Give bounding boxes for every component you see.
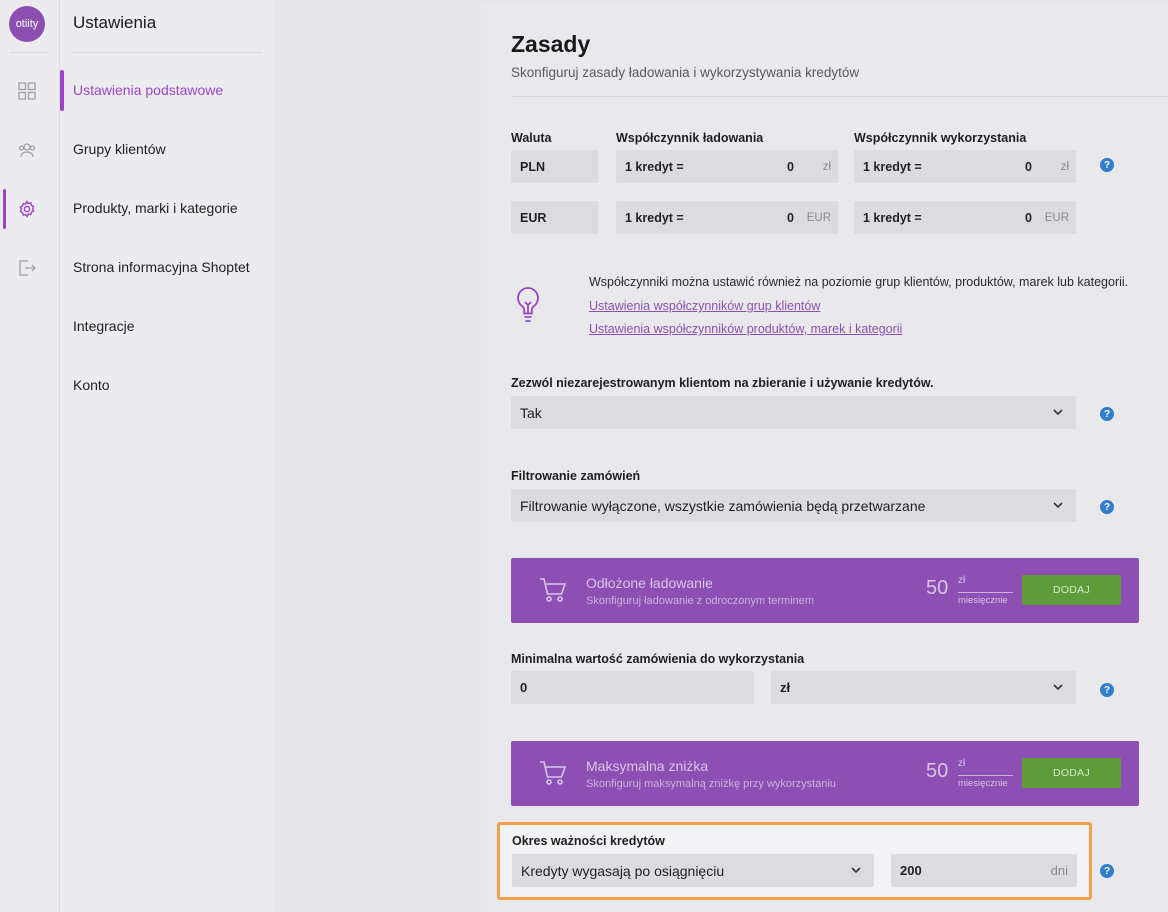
- menu-item-basic-settings[interactable]: Ustawienia podstawowe: [73, 82, 223, 98]
- rate-unit: zł: [822, 160, 831, 173]
- promo-title: Maksymalna zniżka: [586, 758, 709, 774]
- select-value: zł: [780, 680, 791, 695]
- order-filter-select[interactable]: Filtrowanie wyłączone, wszystkie zamówie…: [511, 489, 1076, 522]
- page-subtitle: Skonfiguruj zasady ładowania i wykorzyst…: [511, 65, 860, 80]
- select-value: Tak: [520, 404, 542, 421]
- menu-item-info-page[interactable]: Strona informacyjna Shoptet: [73, 259, 250, 275]
- help-icon-rates[interactable]: ?: [1100, 158, 1114, 172]
- credit-validity-days-input[interactable]: 200 dni: [891, 854, 1077, 887]
- rate-prefix: 1 kredyt =: [863, 159, 922, 174]
- menu-title: Ustawienia: [73, 13, 157, 32]
- customer-groups-coefficients-link[interactable]: Ustawienia współczynników grup klientów: [589, 299, 820, 313]
- use-rate-input-eur[interactable]: 1 kredyt = 0 EUR: [854, 201, 1076, 234]
- credit-validity-label: Okres ważności kredytów: [512, 834, 665, 848]
- help-icon-filter[interactable]: ?: [1100, 500, 1114, 514]
- cart-icon: [540, 761, 567, 785]
- max-discount-promo: Maksymalna zniżka Skonfiguruj maksymalną…: [511, 741, 1139, 806]
- help-icon-min-order[interactable]: ?: [1100, 683, 1114, 697]
- currency-value: PLN: [520, 159, 545, 174]
- promo-period: miesięcznie: [958, 592, 1013, 606]
- promo-period: miesięcznie: [958, 775, 1013, 789]
- load-rate-input-pln[interactable]: 1 kredyt = 0 zł: [616, 150, 838, 183]
- rate-value: 0: [787, 210, 794, 225]
- currency-field-eur: EUR: [511, 201, 598, 234]
- rate-prefix: 1 kredyt =: [625, 210, 684, 225]
- lightbulb-icon: [517, 287, 539, 322]
- min-order-currency-select[interactable]: zł: [771, 671, 1076, 704]
- rate-unit: EUR: [1044, 211, 1069, 224]
- title-divider: [511, 96, 1168, 97]
- credit-validity-highlight: Okres ważności kredytów Kredyty wygasają…: [497, 822, 1092, 900]
- rate-value: 0: [1025, 159, 1032, 174]
- main-panel: Zasady Skonfiguruj zasady ładowania i wy…: [481, 3, 1168, 912]
- select-value: Kredyty wygasają po osiągnięciu: [521, 862, 725, 879]
- help-icon-unregistered[interactable]: ?: [1100, 407, 1114, 421]
- use-rate-column-label: Współczynnik wykorzystania: [854, 131, 1027, 145]
- menu-item-account[interactable]: Konto: [73, 377, 110, 393]
- icon-rail: otiity: [0, 0, 60, 912]
- logout-icon[interactable]: [17, 258, 37, 278]
- use-rate-input-pln[interactable]: 1 kredyt = 0 zł: [854, 150, 1076, 183]
- unregistered-select[interactable]: Tak: [511, 396, 1076, 429]
- promo-subtitle: Skonfiguruj maksymalną zniżkę przy wykor…: [586, 778, 837, 790]
- unregistered-label: Zezwól niezarejestrowanym klientom na zb…: [511, 376, 934, 390]
- menu-item-customer-groups[interactable]: Grupy klientów: [73, 141, 166, 157]
- rate-prefix: 1 kredyt =: [625, 159, 684, 174]
- rail-divider: [10, 52, 48, 53]
- add-deferred-loading-button[interactable]: DODAJ: [1022, 575, 1121, 605]
- dashboard-icon[interactable]: [17, 81, 37, 101]
- min-order-label: Minimalna wartość zamówienia do wykorzys…: [511, 652, 805, 666]
- promo-price: 50: [926, 577, 949, 599]
- users-icon[interactable]: [17, 140, 37, 160]
- credit-validity-mode-select[interactable]: Kredyty wygasają po osiągnięciu: [512, 854, 874, 887]
- chevron-down-icon: [1053, 502, 1063, 509]
- promo-title: Odłożone ładowanie: [586, 575, 713, 591]
- menu-active-indicator: [60, 70, 64, 111]
- currency-column-label: Waluta: [511, 131, 552, 145]
- chevron-down-icon: [1053, 684, 1063, 691]
- min-order-input[interactable]: 0: [511, 671, 754, 704]
- coefficients-hint-text: Współczynniki można ustawić również na p…: [589, 275, 1129, 289]
- menu-divider: [72, 52, 262, 53]
- page-title: Zasady: [511, 31, 591, 57]
- chevron-down-icon: [851, 867, 861, 874]
- deferred-loading-promo: Odłożone ładowanie Skonfiguruj ładowanie…: [511, 558, 1139, 623]
- help-icon-validity[interactable]: ?: [1100, 864, 1114, 878]
- rate-unit: EUR: [806, 211, 831, 224]
- logo-text: otiity: [15, 18, 39, 30]
- app-logo[interactable]: otiity: [9, 6, 45, 42]
- rate-value: 0: [1025, 210, 1032, 225]
- promo-currency: zł: [958, 758, 966, 769]
- settings-icon[interactable]: [17, 199, 37, 219]
- rate-unit: zł: [1060, 160, 1069, 173]
- cart-icon: [540, 578, 567, 602]
- load-rate-input-eur[interactable]: 1 kredyt = 0 EUR: [616, 201, 838, 234]
- input-unit: dni: [1050, 863, 1068, 878]
- chevron-down-icon: [1053, 409, 1063, 416]
- input-value: 200: [900, 863, 922, 878]
- add-max-discount-button[interactable]: DODAJ: [1022, 758, 1121, 788]
- select-value: Filtrowanie wyłączone, wszystkie zamówie…: [520, 497, 926, 514]
- load-rate-column-label: Współczynnik ładowania: [616, 131, 764, 145]
- input-value: 0: [520, 680, 528, 695]
- rate-value: 0: [787, 159, 794, 174]
- settings-menu: Ustawienia Ustawienia podstawowe Grupy k…: [60, 0, 274, 912]
- promo-subtitle: Skonfiguruj ładowanie z odroczonym termi…: [586, 595, 815, 607]
- currency-value: EUR: [520, 210, 547, 225]
- currency-field-pln: PLN: [511, 150, 598, 183]
- promo-price: 50: [926, 760, 949, 782]
- products-coefficients-link[interactable]: Ustawienia współczynników produktów, mar…: [589, 322, 902, 336]
- rail-active-indicator: [3, 189, 6, 229]
- menu-item-products[interactable]: Produkty, marki i kategorie: [73, 200, 238, 216]
- menu-item-integrations[interactable]: Integracje: [73, 318, 134, 334]
- promo-currency: zł: [958, 575, 966, 586]
- order-filter-label: Filtrowanie zamówień: [511, 469, 641, 483]
- rate-prefix: 1 kredyt =: [863, 210, 922, 225]
